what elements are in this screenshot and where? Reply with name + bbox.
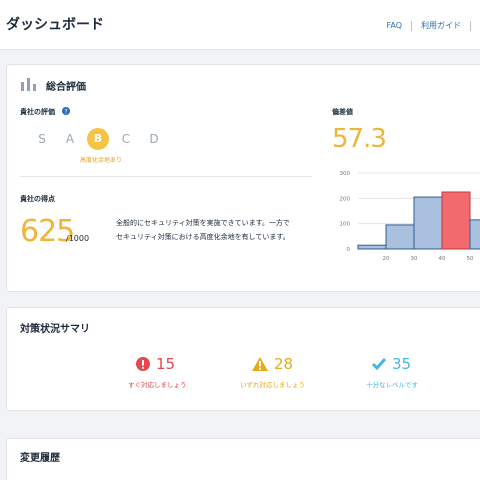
warning-icon: [252, 357, 268, 371]
histogram-bar: [413, 196, 443, 250]
later-count: 28: [274, 355, 294, 373]
histogram-bar: [385, 224, 415, 250]
histogram-bar: [357, 244, 387, 250]
history-title: 変更履歴: [20, 453, 60, 464]
grade-scale: S A B C D: [28, 128, 168, 150]
deviation-histogram: 0 100 200 300 20 30 40 50: [340, 171, 480, 262]
nav-divider: [470, 20, 471, 31]
grade-a: A: [65, 132, 75, 146]
chart-bars-icon: [21, 78, 36, 91]
histogram-bar: [469, 219, 480, 250]
header-nav: FAQ 利用ガイド: [387, 20, 480, 31]
deviation-value: 57.3: [332, 124, 387, 154]
score-max: /1000: [66, 234, 90, 243]
later-label: いずれ対応しましょう: [240, 381, 305, 389]
x-tick-label: 20: [383, 256, 390, 262]
faq-link[interactable]: FAQ: [387, 21, 403, 30]
history-card: [6, 438, 480, 480]
overall-title: 総合評価: [46, 82, 86, 93]
svg-text:?: ?: [64, 109, 67, 116]
check-icon: [372, 358, 386, 371]
summary-urgent[interactable]: 15: [136, 355, 175, 373]
y-tick-label: 200: [340, 196, 351, 202]
x-tick-label: 40: [439, 256, 446, 262]
rating-label: 貴社の評価: [20, 108, 55, 116]
grade-note: 高度化余地あり: [80, 157, 123, 164]
page-title: ダッシュボード: [6, 17, 104, 33]
score-description: 全般的にセキュリティ対策を実施できています。一方で セキュリティ対策における高度…: [116, 216, 316, 244]
grade-c: C: [121, 132, 131, 146]
grade-d: D: [149, 132, 159, 146]
x-tick-label: 50: [467, 256, 474, 262]
urgent-label: すぐ対応しましょう: [128, 381, 187, 389]
histogram-bar: [441, 191, 471, 250]
help-icon[interactable]: ?: [62, 107, 70, 115]
urgent-count: 15: [156, 355, 176, 373]
top-bar: ダッシュボード FAQ 利用ガイド: [0, 0, 480, 50]
score-value: 625: [20, 214, 75, 249]
summary-sufficient[interactable]: 35: [372, 355, 411, 373]
y-tick-label: 300: [340, 171, 351, 177]
x-tick-label: 30: [411, 256, 418, 262]
guide-link[interactable]: 利用ガイド: [421, 20, 461, 31]
description-line-1: 全般的にセキュリティ対策を実施できています。一方で: [116, 219, 290, 227]
summary-later[interactable]: 28: [252, 355, 293, 373]
sufficient-label: 十分なレベルです: [366, 381, 418, 389]
deviation-label: 偏差値: [332, 108, 353, 116]
description-line-2: セキュリティ対策における高度化余地を有しています。: [116, 233, 290, 241]
summary-title: 対策状況サマリ: [20, 324, 90, 335]
sufficient-count: 35: [392, 355, 412, 373]
y-tick-label: 0: [347, 247, 351, 253]
score-label: 貴社の得点: [20, 195, 55, 203]
grade-b-selected: B: [87, 128, 109, 150]
nav-divider: [411, 20, 412, 31]
section-divider: [20, 176, 312, 177]
y-tick-label: 100: [340, 222, 351, 228]
exclamation-icon: [136, 357, 150, 371]
grade-s: S: [38, 132, 46, 146]
